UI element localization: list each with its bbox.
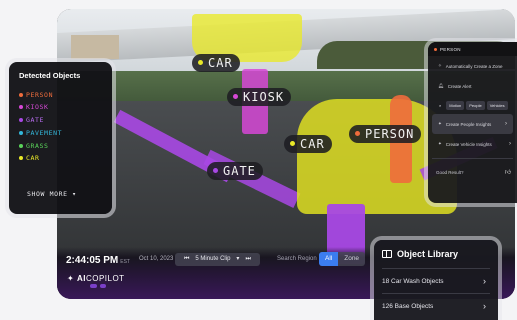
current-date: Oct 10, 2023 — [139, 256, 174, 262]
brand-badges — [90, 284, 106, 288]
tag-kiosk[interactable]: KIOSK — [227, 88, 292, 106]
sparkle-icon: ✦ — [438, 121, 442, 126]
detected-item-person[interactable]: PERSON — [19, 90, 102, 99]
feedback-row: Good Result? 👍︎ — [428, 163, 517, 181]
menu-label: Create Alert — [447, 83, 472, 89]
chevron-right-icon: › — [483, 276, 486, 286]
object-actions-panel: PERSON ✧ Automatically Create a Zone 🔔︎ Cr… — [428, 42, 517, 203]
book-icon — [382, 250, 392, 258]
detected-item-grass[interactable]: GRASS — [19, 141, 102, 150]
object-library-panel: Object Library 18 Car Wash Objects › 126 … — [374, 240, 498, 320]
brand-badge — [99, 284, 106, 288]
tag-car-top[interactable]: CAR — [192, 54, 240, 72]
sparkle-icon: ✦ — [438, 141, 442, 146]
status-dot — [19, 105, 23, 110]
status-dot — [434, 47, 437, 51]
create-people-insights-button[interactable]: ✦ Create People Insights › — [432, 114, 513, 134]
item-label: CAR — [26, 154, 40, 163]
library-title-text: Object Library — [397, 249, 459, 259]
tag-label: KIOSK — [243, 90, 285, 104]
tag-gate[interactable]: GATE — [207, 162, 263, 180]
sparkle-icon: ✧ — [438, 63, 442, 68]
tag-label: CAR — [300, 137, 325, 151]
show-more-button[interactable]: SHOW MORE ▾ — [27, 190, 77, 198]
library-title: Object Library — [382, 240, 490, 268]
skip-forward-icon[interactable]: ⏭ — [245, 256, 250, 262]
skip-back-icon[interactable]: ⏮ — [184, 256, 189, 262]
bell-icon: 🔔︎ — [438, 83, 444, 88]
chevron-down-icon: ▾ — [236, 256, 240, 262]
status-dot — [19, 156, 23, 161]
divider — [432, 158, 513, 159]
brand-logo: ✦ AICOPILOT — [67, 274, 125, 283]
item-label: PERSON — [26, 90, 54, 99]
create-alert-button[interactable]: 🔔︎ Create Alert — [428, 76, 517, 96]
clip-selector[interactable]: ⏮ 5 Minute Clip ▾ ⏭ — [175, 253, 260, 266]
app-stage: CAR KIOSK CAR PERSON GATE 2:44:05 PM EST … — [0, 0, 517, 320]
segment-zone[interactable]: Zone — [338, 252, 365, 266]
tag-label: CAR — [208, 56, 233, 70]
filter-chips: ⌕ Motion People Vehicles — [428, 96, 517, 114]
detected-objects-panel: Detected Objects PERSON KIOSK GATE PAVEM… — [9, 62, 112, 214]
clip-label: 5 Minute Clip — [195, 256, 231, 262]
tag-dot — [198, 60, 203, 65]
chevron-down-icon: ▾ — [72, 190, 77, 198]
item-label: PAVEMENT — [26, 128, 63, 137]
chevron-right-icon: › — [483, 301, 486, 311]
panel-title: Detected Objects — [19, 71, 81, 80]
brand-badge — [90, 284, 97, 288]
chip-motion[interactable]: Motion — [446, 100, 465, 110]
chevron-right-icon: › — [505, 121, 507, 127]
search-icon[interactable]: ⌕ — [436, 101, 444, 110]
search-region-label: Search Region — [277, 256, 317, 262]
detected-item-kiosk[interactable]: KIOSK — [19, 103, 102, 112]
create-vehicle-insights-button[interactable]: ✦ Create Vehicle Insights › — [428, 134, 517, 154]
library-item-label: 18 Car Wash Objects — [382, 277, 444, 285]
panel-header-label: PERSON — [440, 46, 461, 52]
feedback-label: Good Result? — [436, 169, 464, 175]
status-dot — [19, 118, 23, 123]
menu-label: Create Vehicle Insights — [445, 141, 492, 147]
tag-car-van[interactable]: CAR — [284, 135, 332, 153]
item-label: GATE — [26, 116, 45, 125]
segment-all[interactable]: All — [319, 252, 339, 266]
show-more-label: SHOW MORE — [27, 190, 68, 198]
tag-person[interactable]: PERSON — [349, 125, 422, 143]
brand-name-b: COPILOT — [85, 274, 125, 283]
scene-building — [71, 35, 119, 59]
library-item-label: 126 Base Objects — [382, 302, 434, 310]
tag-dot — [233, 94, 238, 99]
detected-item-pavement[interactable]: PAVEMENT — [19, 128, 102, 137]
menu-label: Create People Insights — [445, 121, 492, 127]
item-label: GRASS — [26, 141, 49, 150]
sparkle-icon: ✦ — [67, 274, 75, 283]
chip-people[interactable]: People — [466, 100, 485, 110]
auto-zone-button[interactable]: ✧ Automatically Create a Zone — [428, 56, 517, 76]
timezone: EST — [120, 259, 130, 265]
menu-label: Automatically Create a Zone — [445, 63, 503, 69]
library-item-car-wash[interactable]: 18 Car Wash Objects › — [382, 268, 490, 293]
status-dot — [19, 143, 23, 148]
item-label: KIOSK — [26, 103, 49, 112]
tag-label: PERSON — [365, 127, 415, 141]
library-item-base[interactable]: 126 Base Objects › — [382, 293, 490, 318]
status-dot — [19, 130, 23, 135]
current-time: 2:44:05 PM EST — [66, 255, 130, 266]
detected-item-car[interactable]: CAR — [19, 154, 102, 163]
brand-name-a: AI — [76, 274, 86, 283]
chevron-right-icon: › — [509, 141, 511, 147]
chip-vehicles[interactable]: Vehicles — [486, 100, 508, 110]
time-value: 2:44:05 PM — [66, 255, 119, 266]
status-dot — [19, 92, 23, 97]
tag-dot — [213, 168, 218, 173]
detected-item-gate[interactable]: GATE — [19, 116, 102, 125]
tag-label: GATE — [223, 164, 256, 178]
region-toggle[interactable]: All Zone — [319, 252, 366, 266]
tag-dot — [355, 131, 360, 136]
panel-header: PERSON — [428, 42, 517, 56]
tag-dot — [290, 141, 295, 146]
thumbs-up-icon[interactable]: 👍︎ — [505, 168, 511, 176]
